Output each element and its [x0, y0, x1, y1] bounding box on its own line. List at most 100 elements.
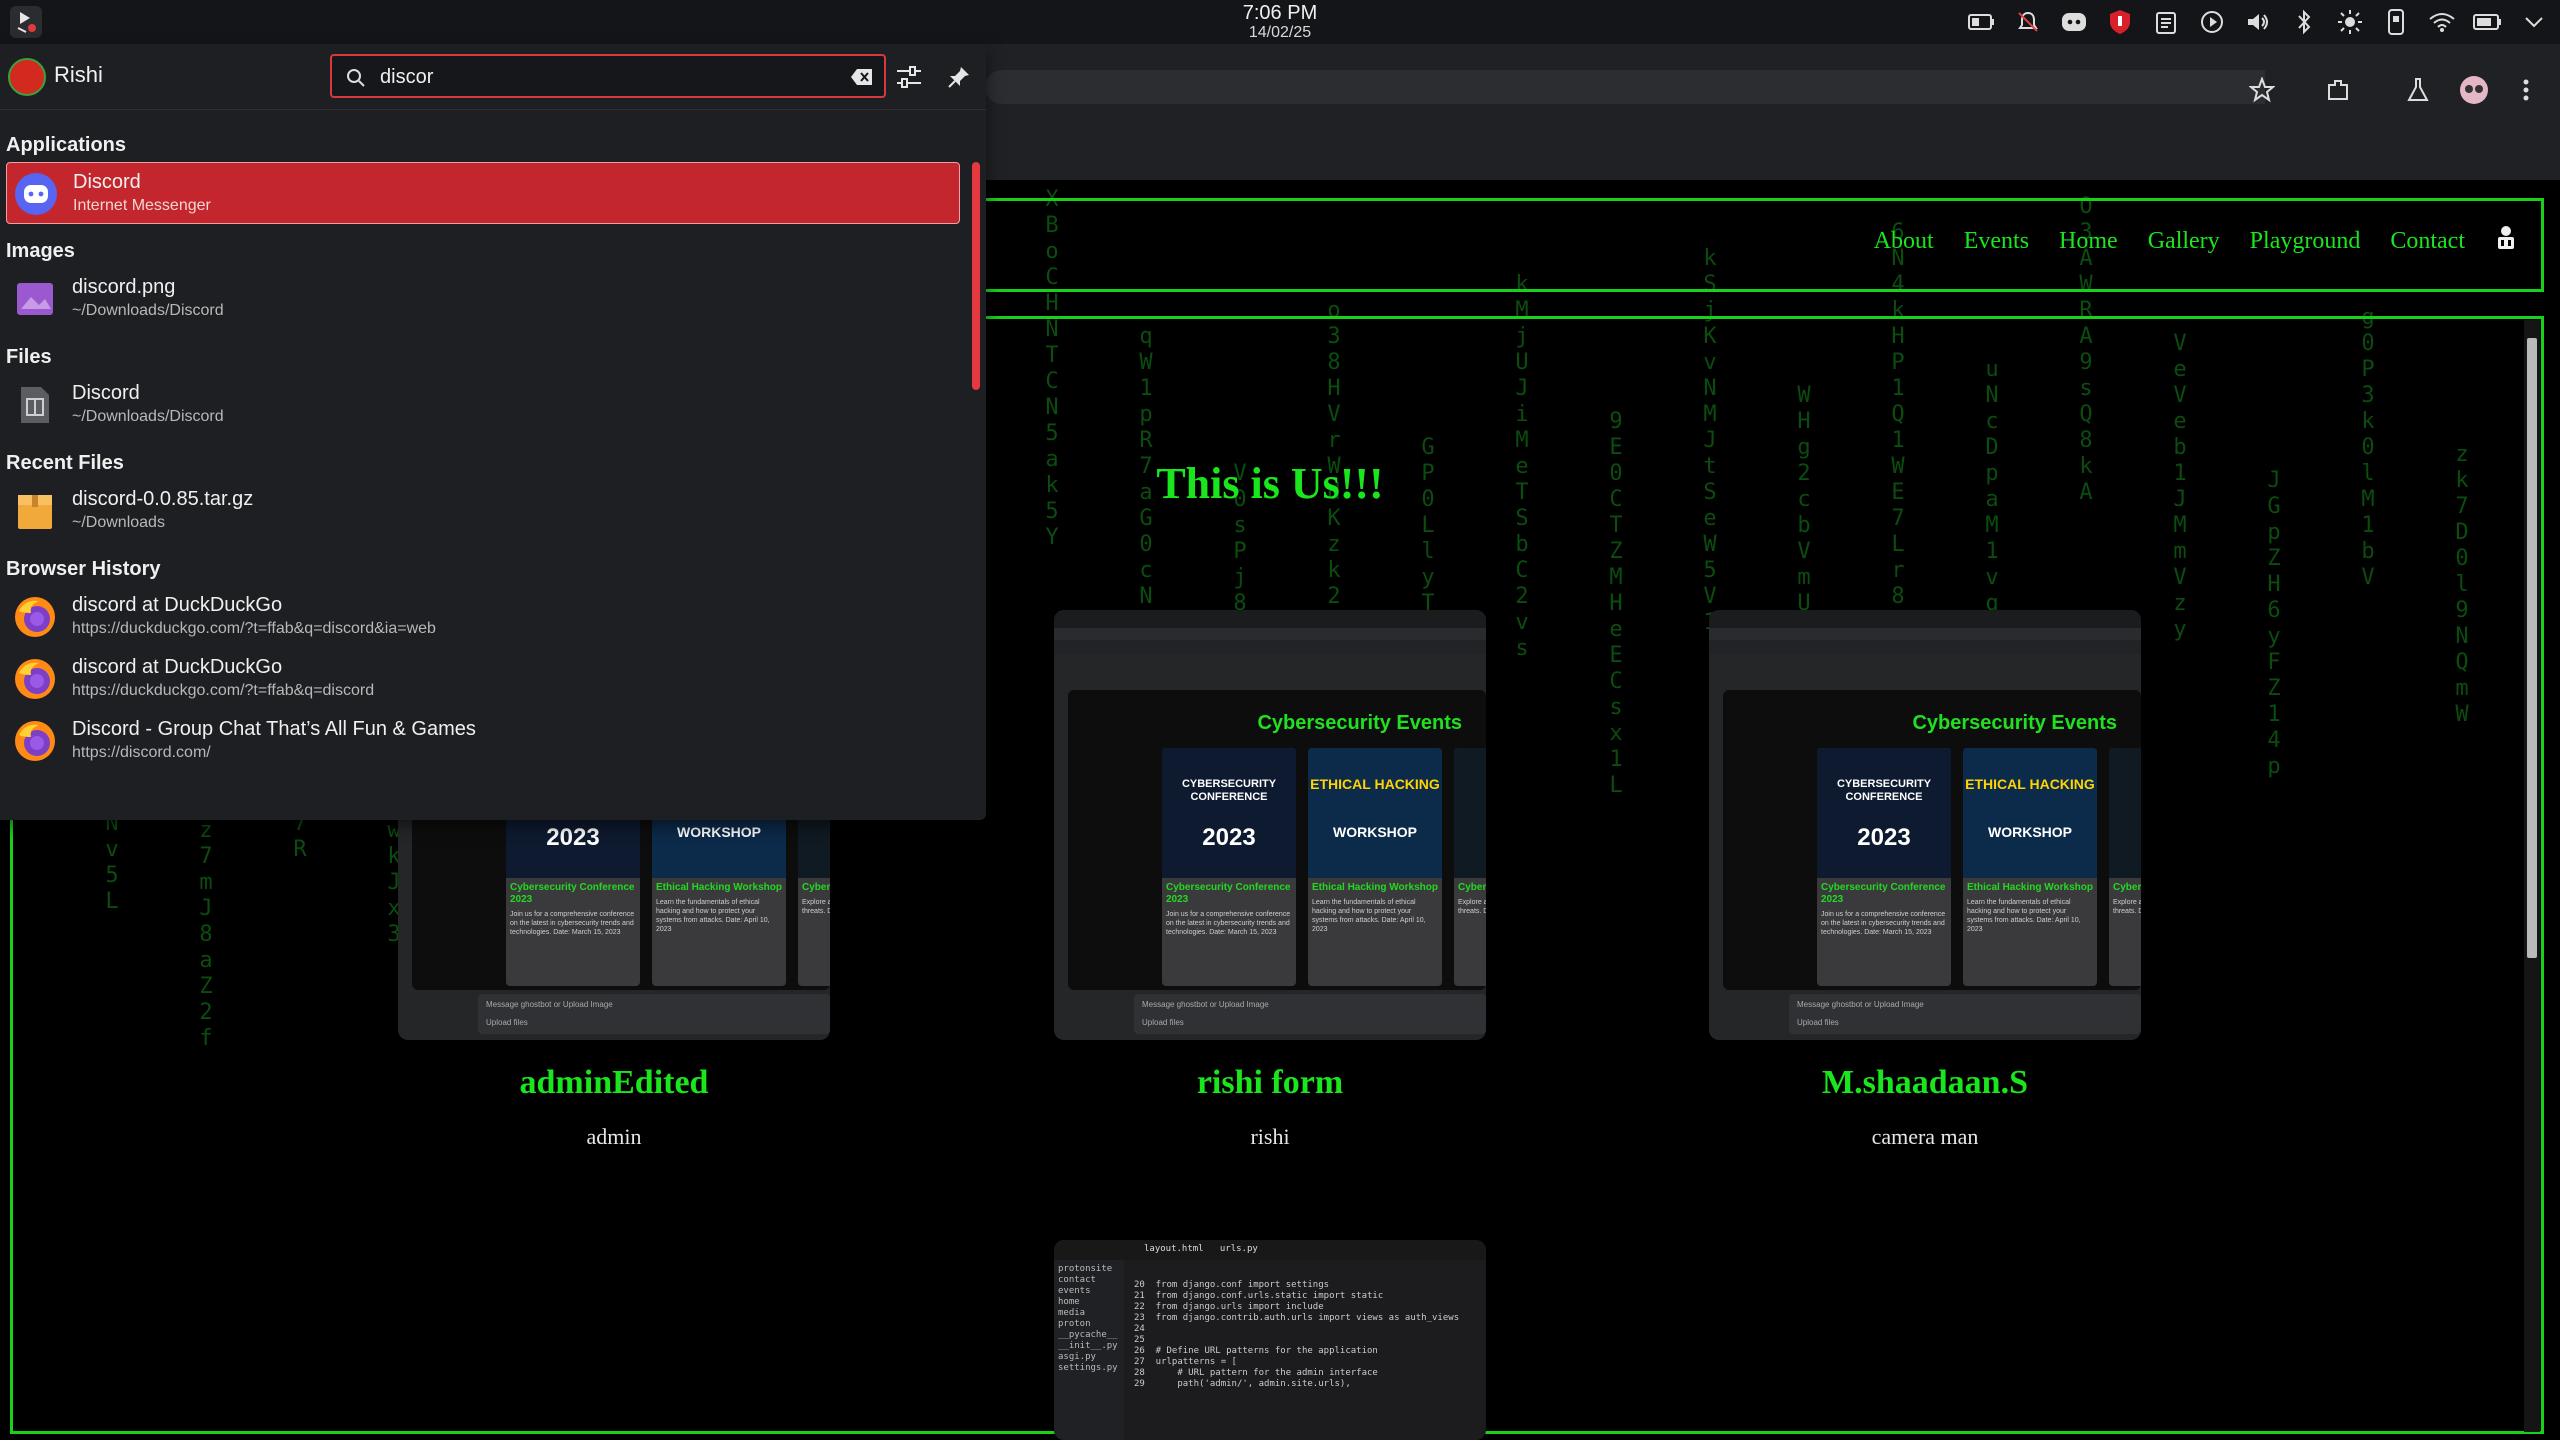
user-account-icon[interactable]	[2495, 225, 2517, 258]
file-tree-item[interactable]: protonsite	[1058, 1264, 1120, 1275]
file-tree-item[interactable]: media	[1058, 1308, 1120, 1319]
member-role: admin	[586, 1124, 642, 1149]
file-tree-item[interactable]: __init__.py	[1058, 1341, 1120, 1352]
clear-search-icon[interactable]	[850, 67, 874, 92]
file-tree-item[interactable]: settings.py	[1058, 1363, 1120, 1374]
results-section-title: Browser History	[6, 558, 161, 580]
code-line: 20 from django.conf import settings	[1134, 1280, 1330, 1290]
code-line: 24	[1134, 1324, 1145, 1334]
search-input[interactable]	[378, 63, 818, 91]
notifications-off-icon[interactable]	[2012, 6, 2044, 38]
mini-addressbar	[1709, 628, 2141, 640]
firefox-icon	[12, 718, 58, 764]
results-section-title: Applications	[6, 134, 127, 156]
code-line: 27 urlpatterns = [	[1134, 1357, 1237, 1367]
shield-icon[interactable]	[2104, 6, 2136, 38]
browser-menu-icon[interactable]	[2508, 72, 2544, 108]
code-line: 21 from django.conf.urls.static import s…	[1134, 1291, 1384, 1301]
file-tree-item[interactable]: home	[1058, 1297, 1120, 1308]
event-poster: ETHICAL HACKING WORKSHOP	[1308, 748, 1442, 878]
battery-saver-icon[interactable]	[1966, 6, 1998, 38]
code-line: 26 # Define URL patterns for the applica…	[1134, 1346, 1378, 1356]
scrollbar-thumb[interactable]	[2527, 338, 2537, 958]
nav-contact[interactable]: Contact	[2390, 228, 2465, 255]
clock[interactable]: 7:06 PM 14/02/25	[1180, 3, 1380, 41]
event-poster: CYBER D	[2109, 748, 2141, 878]
mini-page: Cybersecurity Events CYBERSECURITY CONFE…	[1068, 690, 1486, 990]
file-icon	[12, 382, 58, 428]
filter-settings-icon[interactable]	[892, 60, 926, 94]
result-row[interactable]: Discord ~/Downloads/Discord	[6, 374, 960, 436]
mini-message-placeholder: Message ghostbot or Upload Image	[486, 1000, 613, 1009]
bluetooth-icon[interactable]	[2288, 6, 2320, 38]
pin-icon[interactable]	[942, 60, 976, 94]
clipboard-icon[interactable]	[2150, 6, 2182, 38]
file-tree-item[interactable]: proton	[1058, 1319, 1120, 1330]
results-scrollbar[interactable]	[972, 162, 980, 390]
mini-tabstrip	[1054, 610, 1486, 628]
member-photo[interactable]: Cybersecurity Events CYBERSECURITY CONFE…	[1709, 610, 2141, 1040]
event-card-title: Cyber De	[1458, 882, 1486, 893]
user-avatar[interactable]	[8, 58, 46, 96]
nav-gallery[interactable]: Gallery	[2148, 228, 2220, 255]
poster-subheading: 2023	[1857, 824, 1911, 851]
battery-icon[interactable]	[2472, 6, 2504, 38]
nav-about[interactable]: About	[1874, 228, 1934, 255]
nav-playground[interactable]: Playground	[2250, 228, 2361, 255]
event-card-title: Ethical Hacking Workshop	[1312, 882, 1438, 893]
volume-icon[interactable]	[2242, 6, 2274, 38]
firefox-icon	[12, 656, 58, 702]
media-play-icon[interactable]	[2196, 6, 2228, 38]
event-card-body: Learn the fundamentals of ethical hackin…	[1967, 899, 2081, 933]
brightness-icon[interactable]	[2334, 6, 2366, 38]
app-launcher-icon[interactable]	[8, 4, 44, 40]
event-card: ETHICAL HACKING WORKSHOP Ethical Hacking…	[1963, 748, 2097, 986]
address-bar[interactable]	[985, 70, 2265, 104]
result-row[interactable]: discord-0.0.85.tar.gz ~/Downloads	[6, 480, 960, 542]
bookmark-star-icon[interactable]	[2244, 72, 2280, 108]
result-row[interactable]: discord at DuckDuckGo https://duckduckgo.…	[6, 586, 960, 648]
launcher-search-box[interactable]	[330, 54, 886, 98]
mini-message-placeholder: Message ghostbot or Upload Image	[1142, 1000, 1269, 1009]
page-scrollbar[interactable]	[2524, 320, 2540, 1432]
file-tree-item[interactable]: contact	[1058, 1275, 1120, 1286]
member-photo[interactable]: Cybersecurity Events CYBERSECURITY CONFE…	[1054, 610, 1486, 1040]
result-row[interactable]: discord.png ~/Downloads/Discord	[6, 268, 960, 330]
mini-page: Cybersecurity Events CYBERSECURITY CONFE…	[1723, 690, 2141, 990]
editor-tabs: layout.html urls.py	[1054, 1240, 1486, 1260]
result-row[interactable]: Discord - Group Chat That’s All Fun & Ga…	[6, 710, 960, 772]
chevron-down-icon[interactable]	[2518, 6, 2550, 38]
event-card-body: Learn the fundamentals of ethical hackin…	[656, 899, 770, 933]
result-subtitle: ~/Downloads	[72, 514, 165, 531]
code-screenshot[interactable]: layout.html urls.py protonsite contact eve…	[1054, 1240, 1486, 1440]
device-icon[interactable]	[2380, 6, 2412, 38]
file-tree-item[interactable]: asgi.py	[1058, 1352, 1120, 1363]
result-row[interactable]: discord at DuckDuckGo https://duckduckgo.…	[6, 648, 960, 710]
event-card: CYBER D Cyber De Explore advanced tools …	[1454, 748, 1486, 986]
nav-events[interactable]: Events	[1964, 228, 2029, 255]
event-card-title: Ethical Hacking Workshop	[1967, 882, 2093, 893]
mini-message-bar: Message ghostbot or Upload Image Upload f…	[478, 994, 830, 1034]
extensions-icon[interactable]	[2320, 72, 2356, 108]
app-launcher-panel: Rishi Applications Discord Internet Messen…	[0, 44, 986, 820]
mini-page-heading: Cybersecurity Events	[1257, 712, 1462, 734]
result-title: Discord - Group Chat That’s All Fun & Ga…	[72, 718, 476, 740]
file-tree-item[interactable]: __pycache__	[1058, 1330, 1120, 1341]
file-tree-item[interactable]: events	[1058, 1286, 1120, 1297]
wifi-icon[interactable]	[2426, 6, 2458, 38]
poster-subheading: WORKSHOP	[677, 824, 761, 840]
event-card-title: Ethical Hacking Workshop	[656, 882, 782, 893]
result-title: discord.png	[72, 276, 176, 298]
code-line: 23 from django.contrib.auth.urls import …	[1134, 1313, 1460, 1323]
result-row[interactable]: Discord Internet Messenger	[6, 162, 960, 224]
event-poster: CYBERSECURITY CONFERENCE 2023	[1817, 748, 1951, 878]
discord-icon[interactable]	[2058, 6, 2090, 38]
profile-avatar-icon[interactable]	[2456, 72, 2492, 108]
nav-home[interactable]: Home	[2059, 228, 2118, 255]
event-card-body: Join us for a comprehensive conference o…	[1821, 911, 1946, 936]
labs-flask-icon[interactable]	[2400, 72, 2436, 108]
poster-subheading: 2023	[1202, 824, 1256, 851]
event-card-title: Cybersecurity Conference 2023	[1821, 882, 1946, 905]
event-card-body: Join us for a comprehensive conference o…	[510, 911, 635, 936]
member-name: M.shaadaan.S	[1822, 1064, 2028, 1101]
